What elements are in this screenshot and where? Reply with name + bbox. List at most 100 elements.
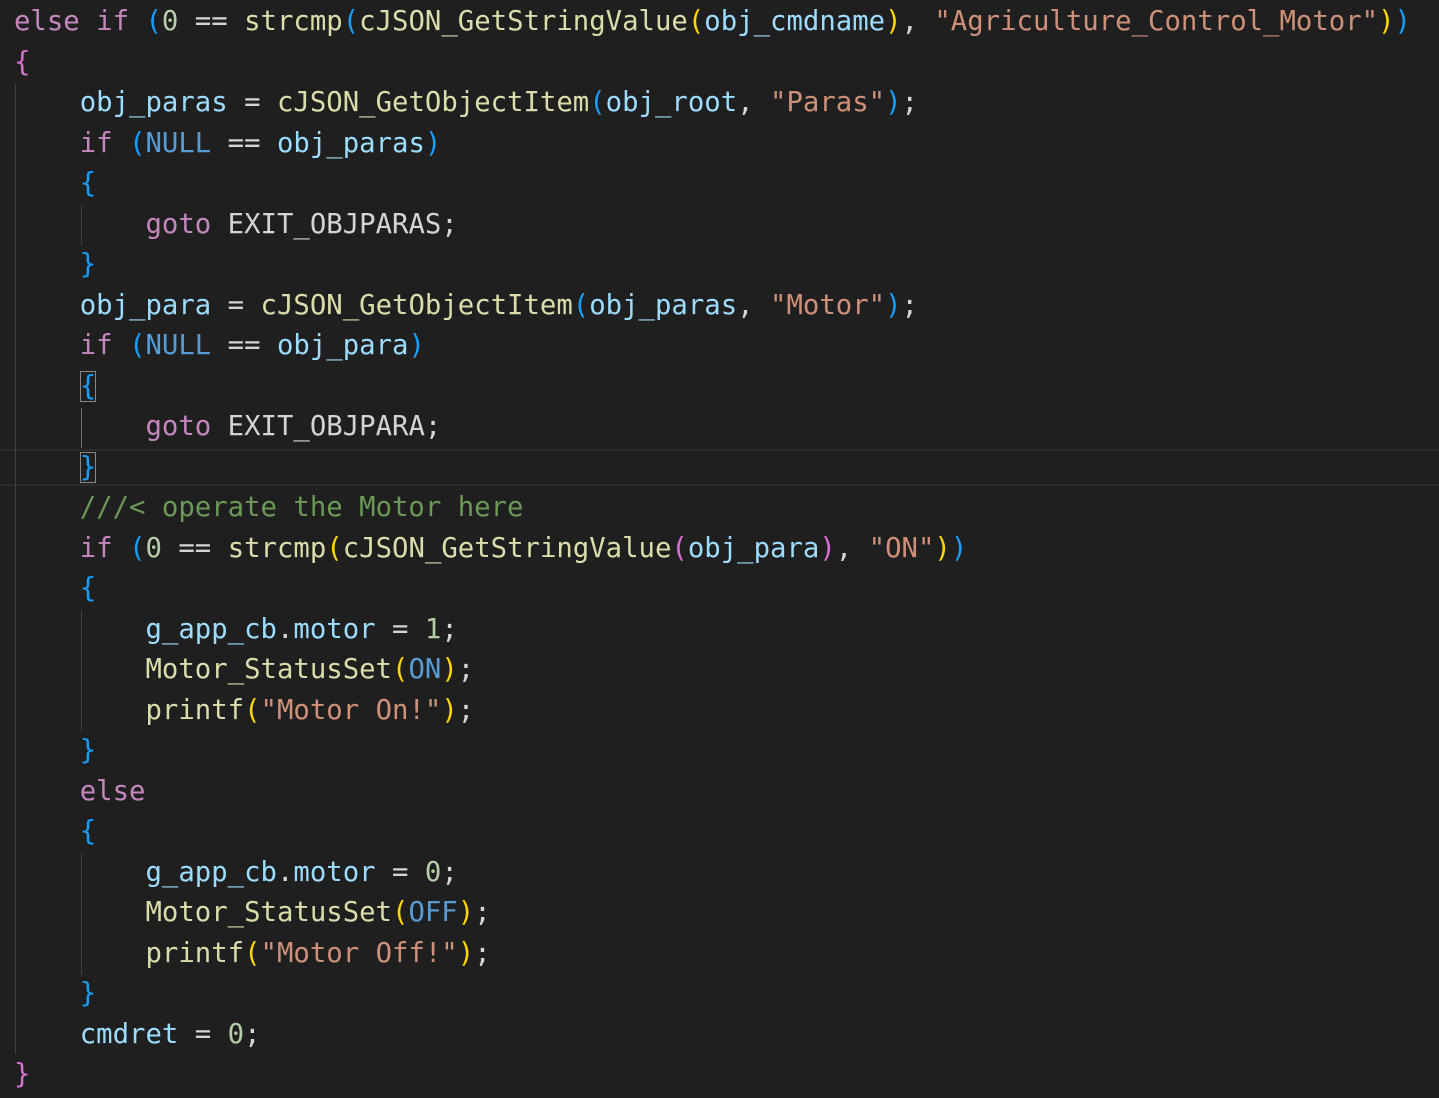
code-token: ) — [950, 532, 968, 564]
code-token: cJSON_GetObjectItem — [276, 87, 590, 118]
code-line[interactable]: } — [14, 245, 1439, 286]
code-token: { — [79, 816, 97, 847]
code-token: obj_para — [79, 289, 212, 321]
code-line[interactable]: Motor_StatusSet(ON); — [14, 650, 1439, 691]
code-token: obj_cmdname — [704, 6, 886, 37]
code-token: , — [901, 6, 935, 37]
code-token: else if — [14, 6, 146, 37]
code-line[interactable]: goto EXIT_OBJPARAS; — [14, 205, 1439, 246]
code-token: else — [79, 775, 146, 807]
code-token: } — [79, 249, 97, 280]
code-line[interactable]: printf("Motor Off!"); — [14, 934, 1439, 975]
code-token: strcmp — [244, 6, 343, 37]
code-token: = — [227, 87, 277, 118]
code-line[interactable]: } — [14, 974, 1439, 1015]
code-token: == — [161, 532, 228, 564]
code-line[interactable]: if (NULL == obj_para) — [14, 326, 1439, 367]
code-editor[interactable]: else if (0 == strcmp(cJSON_GetStringValu… — [0, 0, 1439, 1098]
code-token: ) — [885, 87, 902, 118]
code-token: obj_para — [277, 330, 409, 361]
code-line[interactable]: ///< operate the Motor here — [14, 488, 1439, 529]
code-token: if — [79, 532, 130, 564]
code-line[interactable]: { — [14, 367, 1439, 408]
code-token: . — [276, 856, 294, 888]
code-line[interactable]: g_app_cb.motor = 1; — [14, 610, 1439, 651]
code-token: } — [14, 1059, 31, 1090]
code-token: ( — [392, 897, 409, 928]
code-token: ( — [392, 654, 409, 685]
code-token: ; — [441, 856, 458, 888]
code-token: ) — [441, 694, 458, 726]
code-line[interactable]: { — [14, 812, 1439, 853]
code-line[interactable]: } — [14, 1055, 1439, 1096]
code-token: "Motor On!" — [260, 694, 442, 726]
code-token: == — [211, 127, 277, 159]
code-token: if — [79, 127, 130, 159]
code-line[interactable]: } — [14, 448, 1439, 489]
code-token: ( — [129, 532, 146, 564]
code-token: ( — [572, 289, 590, 321]
code-line[interactable]: if (0 == strcmp(cJSON_GetStringValue(obj… — [14, 529, 1439, 570]
code-line[interactable]: { — [14, 43, 1439, 84]
code-token: ( — [145, 6, 162, 37]
code-token: 0 — [145, 532, 162, 564]
code-line[interactable]: { — [14, 569, 1439, 610]
code-token: ( — [589, 87, 606, 118]
code-line[interactable]: if (NULL == obj_paras) — [14, 124, 1439, 165]
code-line[interactable]: obj_para = cJSON_GetObjectItem(obj_paras… — [14, 286, 1439, 327]
code-token: { — [14, 46, 31, 78]
code-token: 0 — [227, 1018, 245, 1050]
code-token: g_app_cb — [145, 613, 277, 645]
code-token: ; — [474, 897, 491, 928]
code-line[interactable]: } — [14, 731, 1439, 772]
code-line[interactable]: goto EXIT_OBJPARA; — [14, 407, 1439, 448]
code-token: } — [79, 978, 97, 1009]
code-line[interactable]: Motor_StatusSet(OFF); — [14, 893, 1439, 934]
code-token: "Agriculture_Control_Motor" — [934, 6, 1379, 37]
code-token: } — [79, 735, 97, 766]
code-token: == — [178, 6, 245, 37]
code-line[interactable]: printf("Motor On!"); — [14, 691, 1439, 732]
code-token: ; — [457, 654, 475, 685]
code-token: "Motor" — [770, 289, 886, 321]
code-token: g_app_cb — [145, 856, 277, 888]
code-token: EXIT_OBJPARA; — [211, 411, 442, 442]
code-token: , — [737, 87, 771, 118]
code-line[interactable]: obj_paras = cJSON_GetObjectItem(obj_root… — [14, 83, 1439, 124]
code-token: ; — [901, 289, 918, 321]
code-token: ) — [441, 654, 458, 685]
code-token: obj_paras — [79, 87, 228, 118]
code-token: { — [79, 573, 97, 604]
code-line[interactable]: { — [14, 164, 1439, 205]
code-token: "Motor Off!" — [260, 937, 458, 969]
code-token: "Paras" — [770, 87, 886, 118]
code-token: Motor_StatusSet — [145, 897, 392, 928]
code-token: EXIT_OBJPARAS; — [211, 208, 458, 240]
code-line[interactable]: g_app_cb.motor = 0; — [14, 853, 1439, 894]
code-token: ) — [885, 6, 902, 37]
code-line[interactable]: cmdret = 0; — [14, 1015, 1439, 1056]
code-token: ( — [129, 127, 146, 159]
code-token: = — [178, 1018, 228, 1050]
code-line[interactable]: else if (0 == strcmp(cJSON_GetStringValu… — [14, 2, 1439, 43]
code-token: } — [79, 451, 97, 483]
code-token: obj_para — [687, 532, 820, 564]
code-line[interactable]: else — [14, 772, 1439, 813]
code-token: ( — [129, 330, 146, 361]
